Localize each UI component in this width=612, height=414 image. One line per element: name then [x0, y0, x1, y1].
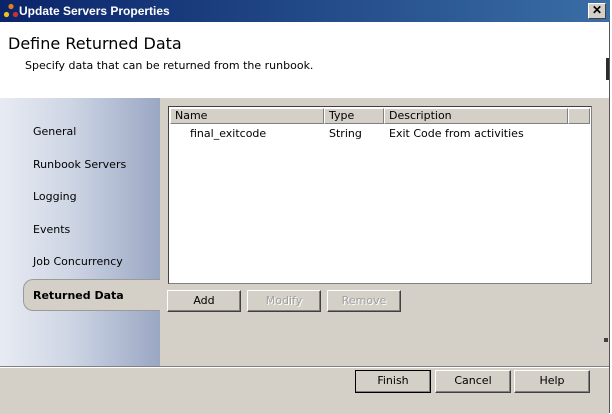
remove-button[interactable]: Remove [327, 290, 401, 312]
column-header-filler [568, 108, 590, 124]
modify-button[interactable]: Modify [247, 290, 321, 312]
title-bar[interactable]: Update Servers Properties ✕ [0, 0, 610, 22]
cancel-button[interactable]: Cancel [435, 370, 511, 393]
sidebar-item-logging[interactable]: Logging [33, 190, 77, 203]
close-button[interactable]: ✕ [588, 3, 606, 19]
wizard-header: Define Returned Data Specify data that c… [0, 22, 609, 99]
cell-description: Exit Code from activities [389, 127, 524, 140]
finish-button[interactable]: Finish [355, 370, 431, 393]
sidebar-item-job-concurrency[interactable]: Job Concurrency [33, 255, 123, 268]
column-header-name[interactable]: Name [170, 108, 324, 124]
cell-name: final_exitcode [190, 127, 267, 140]
resize-grip [604, 338, 608, 342]
resize-edge [606, 58, 609, 80]
page-subtitle: Specify data that can be returned from t… [25, 59, 314, 72]
returned-data-grid[interactable]: Name Type Description final_exitcode Str… [168, 106, 592, 284]
page-title: Define Returned Data [8, 34, 182, 53]
close-icon: ✕ [591, 3, 603, 17]
column-header-description[interactable]: Description [384, 108, 568, 124]
help-button[interactable]: Help [514, 370, 590, 393]
dialog-window: Update Servers Properties ✕ Define Retur… [0, 0, 610, 414]
sidebar-item-general[interactable]: General [33, 125, 76, 138]
sidebar-nav [0, 98, 160, 366]
cell-type: String [329, 127, 362, 140]
sidebar-item-runbook-servers[interactable]: Runbook Servers [33, 158, 126, 171]
sidebar-item-returned-data[interactable]: Returned Data [23, 279, 160, 311]
sidebar-item-label: Returned Data [33, 289, 124, 302]
orchestrator-app-icon [3, 3, 19, 18]
sidebar-item-events[interactable]: Events [33, 223, 70, 236]
add-button[interactable]: Add [167, 290, 241, 312]
column-header-type[interactable]: Type [324, 108, 384, 124]
window-title: Update Servers Properties [19, 4, 170, 18]
